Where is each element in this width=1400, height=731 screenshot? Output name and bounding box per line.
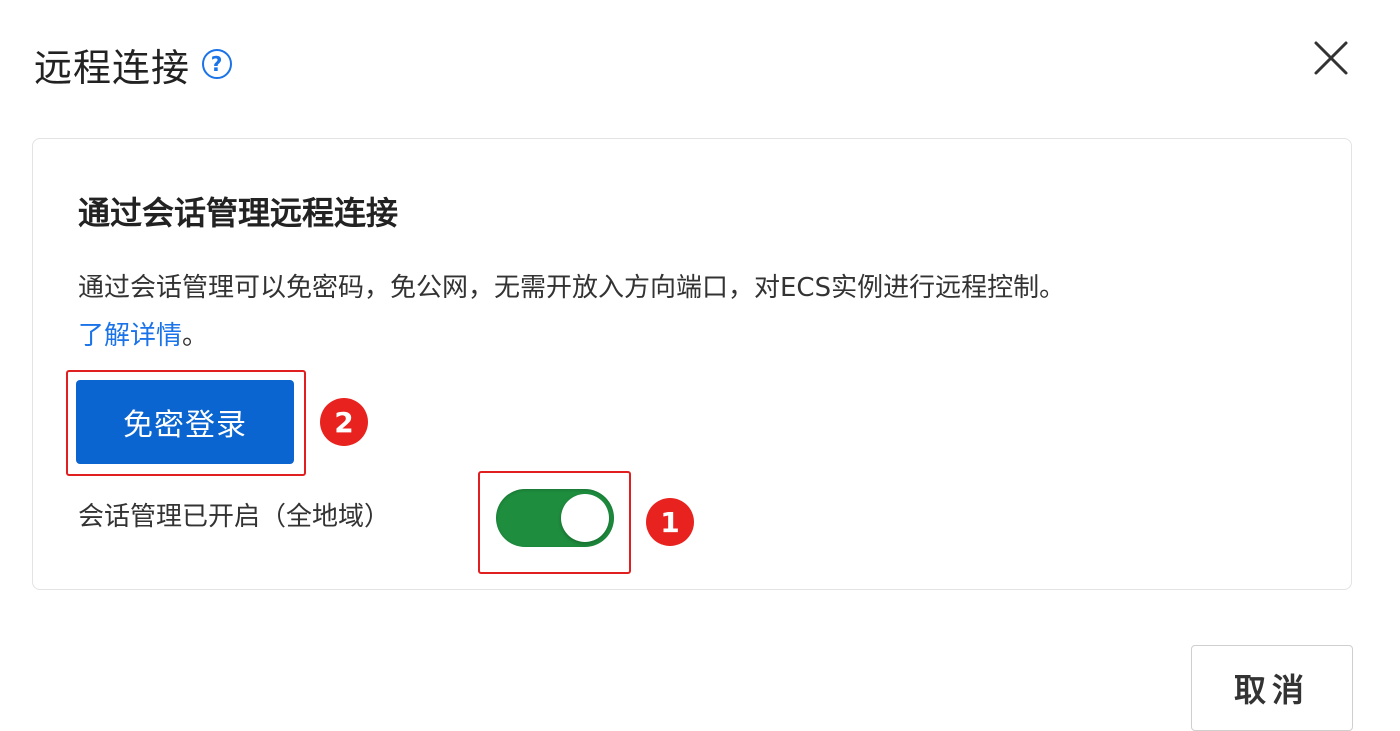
passwordless-login-button[interactable]: 免密登录: [76, 380, 294, 464]
toggle-knob: [561, 494, 609, 542]
dialog-header: 远程连接 ?: [34, 34, 233, 94]
dialog-title: 远程连接: [34, 45, 191, 90]
annotation-badge-2: 2: [320, 398, 368, 446]
description-text: 通过会话管理可以免密码，免公网，无需开放入方向端口，对ECS实例进行远程控制。: [78, 273, 1066, 303]
learn-more-link[interactable]: 了解详情: [78, 321, 182, 351]
close-icon[interactable]: [1313, 40, 1349, 76]
session-manager-toggle[interactable]: [496, 489, 614, 547]
question-circle-icon[interactable]: ?: [202, 49, 233, 79]
cancel-button[interactable]: 取消: [1191, 645, 1353, 731]
learn-more-suffix: 。: [182, 321, 209, 351]
annotation-badge-1: 1: [646, 498, 694, 546]
session-status-label: 会话管理已开启（全地域）: [78, 502, 391, 532]
card-description: 通过会话管理可以免密码，免公网，无需开放入方向端口，对ECS实例进行远程控制。 …: [78, 264, 1318, 360]
card-title: 通过会话管理远程连接: [78, 194, 399, 232]
